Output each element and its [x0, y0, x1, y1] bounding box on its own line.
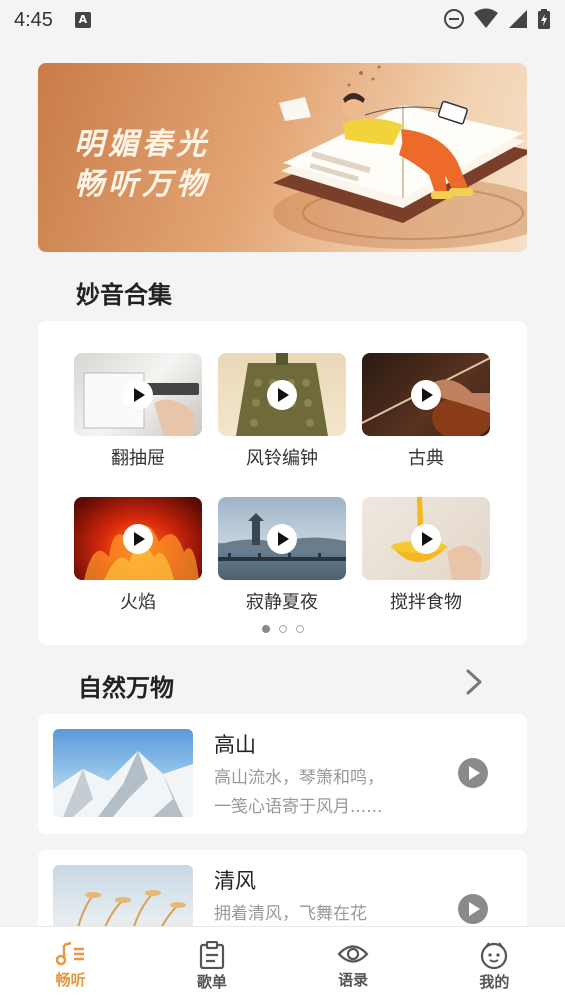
collection-card: 翻抽屉 风铃编钟 古典 火焰 寂静夏夜 搅拌食物 [38, 321, 527, 645]
promo-banner[interactable]: 明媚春光 畅听万物 [38, 63, 527, 252]
nature-title: 自然万物 [78, 674, 174, 702]
collection-item-bell[interactable]: 风铃编钟 [218, 353, 346, 470]
page-indicator [38, 625, 527, 633]
collection-item-drawer[interactable]: 翻抽屉 [74, 353, 202, 470]
tab-mine[interactable]: 我的 [424, 927, 565, 1004]
tab-label: 畅听 [55, 971, 86, 989]
page-dot-1[interactable] [261, 625, 270, 633]
do-not-disturb-icon [444, 9, 464, 29]
nature-item-desc: 拥着清风，飞舞在花 [214, 900, 414, 929]
tab-label: 我的 [479, 973, 510, 991]
tab-label: 语录 [338, 971, 369, 989]
collection-item-label: 火焰 [120, 592, 156, 613]
tab-listen[interactable]: 畅听 [0, 927, 141, 1004]
play-icon[interactable] [267, 379, 297, 410]
nature-item-title: 高山 [214, 733, 256, 757]
tab-label: 歌单 [196, 973, 227, 991]
collection-item-label: 寂静夏夜 [246, 592, 318, 613]
tab-quotes[interactable]: 语录 [283, 927, 424, 1004]
collection-title: 妙音合集 [76, 281, 172, 309]
tab-playlist[interactable]: 歌单 [141, 927, 282, 1004]
collection-item-fire[interactable]: 火焰 [74, 497, 202, 614]
eye-icon [337, 945, 369, 963]
violin-thumbnail [362, 353, 490, 436]
face-icon [481, 942, 508, 969]
page-dot-3[interactable] [295, 625, 304, 633]
chevron-right-icon[interactable] [462, 668, 486, 696]
reading-person-illustration [273, 65, 527, 249]
nature-desc-line: 拥着清风，飞舞在花 [214, 904, 367, 924]
play-icon[interactable] [123, 379, 153, 410]
collection-item-label: 翻抽屉 [111, 448, 165, 469]
collection-item-classic[interactable]: 古典 [362, 353, 490, 470]
collection-item-label: 搅拌食物 [390, 592, 462, 613]
play-icon[interactable] [458, 758, 488, 788]
collection-item-summer-night[interactable]: 寂静夏夜 [218, 497, 346, 614]
banner-line2: 畅听万物 [74, 167, 210, 202]
status-time: 4:45 [14, 8, 53, 31]
bottom-tab-bar: 畅听 歌单 语录 我的 [0, 926, 565, 1004]
drawer-thumbnail [74, 353, 202, 436]
mountain-thumbnail [53, 729, 193, 817]
snow-mountain-image [53, 751, 193, 817]
play-icon[interactable] [458, 894, 488, 924]
play-icon[interactable] [267, 523, 297, 554]
play-icon[interactable] [123, 523, 153, 554]
signal-icon [509, 10, 527, 28]
music-list-icon [55, 941, 84, 966]
status-icons [443, 8, 551, 30]
collection-item-label: 风铃编钟 [246, 448, 318, 469]
wifi-icon [474, 8, 498, 28]
bell-thumbnail [218, 353, 346, 436]
play-icon[interactable] [411, 379, 441, 410]
collection-item-label: 古典 [408, 448, 444, 469]
nature-desc-line: 一笺心语寄于风月...... [214, 797, 383, 817]
clipboard-icon [199, 941, 224, 969]
collection-item-mixing[interactable]: 搅拌食物 [362, 497, 490, 614]
nature-desc-line: 高山流水，琴箫和鸣， [214, 768, 384, 788]
fire-thumbnail [74, 497, 202, 580]
page-dot-2[interactable] [278, 625, 287, 633]
lake-thumbnail [218, 497, 346, 580]
banner-line1: 明媚春光 [74, 127, 210, 162]
battery-icon [538, 9, 550, 29]
notification-app-icon: A [74, 12, 91, 28]
status-bar: 4:45 A [0, 0, 565, 40]
nature-item-mountain[interactable]: 高山 高山流水，琴箫和鸣， 一笺心语寄于风月...... [38, 714, 527, 834]
mixing-thumbnail [362, 497, 490, 580]
nature-item-title: 清风 [214, 869, 256, 893]
play-icon[interactable] [411, 523, 441, 554]
nature-item-desc: 高山流水，琴箫和鸣， 一笺心语寄于风月...... [214, 764, 414, 822]
